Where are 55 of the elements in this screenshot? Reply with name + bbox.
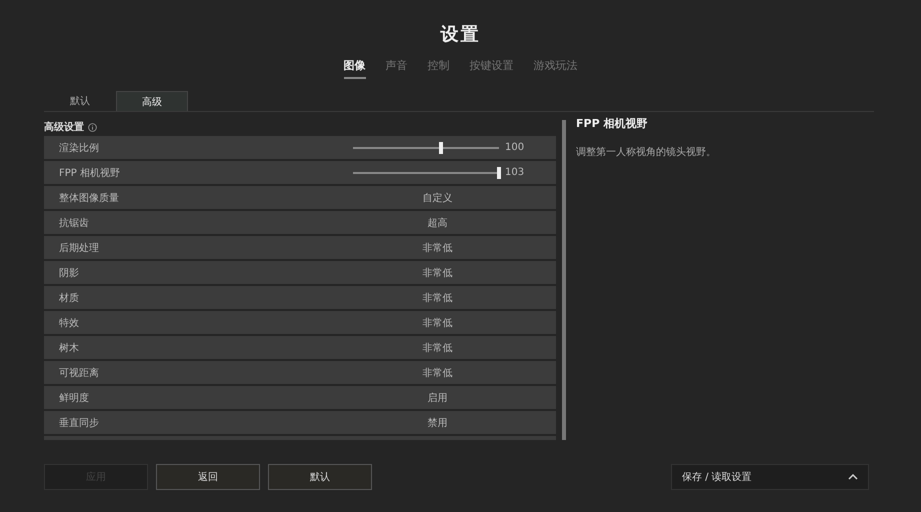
settings-row[interactable]: 整体图像质量 自定义 [44, 186, 556, 209]
setting-label: 渲染比例 [59, 142, 100, 154]
category-tab[interactable]: 游戏玩法 [534, 58, 578, 79]
setting-value: 非常低 [422, 342, 454, 354]
setting-label: 树木 [59, 342, 80, 354]
settings-row[interactable]: 可视距离 非常低 [44, 361, 556, 384]
detail-title: FPP 相机视野 [576, 116, 648, 131]
setting-label: 阴影 [59, 266, 80, 280]
action-button[interactable]: 返回 [156, 464, 260, 490]
setting-label: 材质 [59, 292, 80, 304]
setting-value: 100 [505, 142, 524, 153]
settings-row[interactable]: 阴影 非常低 [44, 261, 556, 284]
settings-row[interactable]: 鲜明度 启用 [44, 386, 556, 409]
settings-row[interactable]: 特效 非常低 [44, 311, 556, 334]
category-tab[interactable]: 声音 [386, 58, 408, 79]
settings-row[interactable]: 垂直同步 禁用 [44, 411, 556, 434]
setting-value: 非常低 [422, 366, 454, 380]
setting-value: 103 [505, 167, 524, 178]
category-tab[interactable]: 按键设置 [470, 58, 514, 79]
settings-row[interactable]: 树木 非常低 [44, 336, 556, 359]
setting-value: 禁用 [426, 416, 448, 430]
setting-value: 非常低 [422, 266, 454, 280]
action-button[interactable]: 默认 [268, 464, 372, 490]
caret-icon [848, 474, 858, 480]
settings-row[interactable]: 材质 非常低 [44, 286, 556, 309]
setting-value: 非常低 [422, 292, 454, 304]
settings-row[interactable]: FPP 相机视野 103 [44, 161, 556, 184]
setting-value: 非常低 [422, 316, 454, 330]
info-icon[interactable] [88, 122, 97, 132]
section-title: 高级设置 [44, 120, 84, 134]
setting-value: 超高 [426, 216, 448, 230]
setting-value: 自定义 [422, 192, 454, 204]
save-load-dropdown[interactable]: 保存 / 读取设置 [671, 464, 869, 490]
settings-row[interactable]: 抗锯齿 超高 [44, 211, 556, 234]
subcategory-tab[interactable]: 默认 [44, 91, 116, 111]
category-tab[interactable]: 控制 [428, 58, 450, 79]
subcategory-tab[interactable]: 高级 [116, 91, 188, 111]
category-tab[interactable]: 图像 [344, 58, 366, 79]
setting-label: 特效 [59, 316, 80, 330]
setting-label: 抗锯齿 [59, 216, 90, 230]
setting-label: FPP 相机视野 [59, 166, 121, 180]
setting-value: 非常低 [422, 242, 454, 254]
setting-label: 垂直同步 [59, 416, 100, 430]
setting-label: 可视距离 [59, 366, 100, 380]
scrollbar[interactable] [562, 120, 566, 440]
setting-label: 整体图像质量 [59, 192, 120, 204]
detail-description: 调整第一人称视角的镜头视野。 [576, 146, 717, 159]
slider-thumb[interactable] [497, 166, 501, 178]
setting-value: 启用 [426, 392, 448, 404]
page-title: 设置 [440, 23, 480, 46]
setting-label: 后期处理 [59, 242, 100, 254]
slider-thumb[interactable] [438, 142, 443, 154]
settings-row[interactable]: 后期处理 非常低 [44, 236, 556, 259]
setting-label: 鲜明度 [59, 392, 90, 404]
settings-row[interactable]: 渲染比例 100 [44, 136, 556, 159]
